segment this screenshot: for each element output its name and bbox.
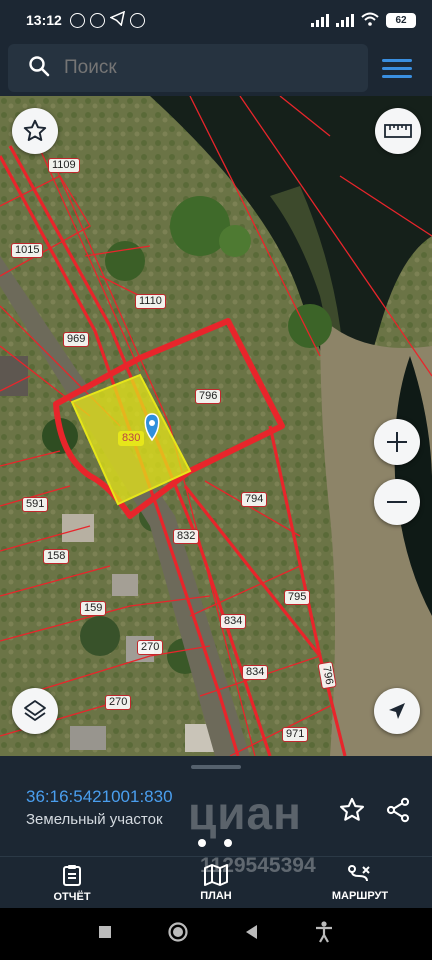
map-view[interactable]: 1109 1015 1110 969 796 830 794 591 832 1…: [0, 96, 432, 756]
star-icon: [23, 119, 47, 141]
alarm-icon: [69, 12, 85, 28]
plus-icon: [387, 432, 407, 452]
drag-handle[interactable]: [191, 765, 241, 769]
star-icon: [339, 797, 365, 821]
parcel-label[interactable]: 1015: [11, 243, 44, 258]
parcel-label[interactable]: 796: [195, 389, 222, 404]
cadastral-number[interactable]: 36:16:5421001:830: [26, 787, 173, 807]
layers-icon: [24, 700, 46, 721]
parcel-label[interactable]: 969: [63, 332, 90, 347]
parcel-label[interactable]: 270: [137, 640, 164, 655]
parcel-label[interactable]: 834: [220, 614, 247, 629]
wifi-icon: [361, 12, 379, 29]
nav-plan-label: ПЛАН: [200, 889, 232, 902]
share-button[interactable]: [382, 794, 414, 826]
land-type: Земельный участок: [26, 811, 163, 828]
whatsapp-icon: [89, 12, 105, 28]
parcel-label[interactable]: 1110: [135, 294, 166, 309]
route-icon: [348, 864, 370, 881]
search-input[interactable]: [64, 57, 314, 79]
parcel-label[interactable]: 1109: [48, 158, 80, 173]
share-icon: [386, 797, 410, 823]
parcel-info-panel[interactable]: 36:16:5421001:830 Земельный участок циан: [0, 756, 432, 856]
system-status: 62: [311, 12, 416, 29]
favorite-parcel-button[interactable]: [336, 794, 368, 826]
selected-parcel-label[interactable]: 830: [118, 431, 145, 446]
home-icon[interactable]: [167, 921, 189, 948]
status-bar: 13:12 62: [0, 0, 432, 40]
signal-2-icon: [336, 13, 354, 27]
cian-watermark: циан: [188, 787, 302, 839]
parcel-label[interactable]: 832: [173, 529, 200, 544]
signal-1-icon: [311, 13, 329, 27]
parcel-label[interactable]: 795: [284, 590, 311, 605]
at-sign-icon: [129, 12, 145, 28]
nav-report-label: ОТЧЁТ: [53, 890, 91, 903]
parcel-label[interactable]: 158: [43, 549, 70, 564]
zoom-in-button[interactable]: [374, 419, 420, 465]
cian-watermark-number: 1129545394: [200, 854, 316, 877]
nav-route-label: МАРШРУТ: [331, 889, 389, 902]
parcel-label[interactable]: 834: [242, 665, 269, 680]
telegram-icon: [108, 10, 125, 29]
status-time: 13:12: [26, 12, 62, 28]
notification-icons: [69, 10, 145, 29]
search-box[interactable]: [8, 44, 368, 92]
layers-button[interactable]: [12, 688, 58, 734]
parcel-label[interactable]: 794: [241, 492, 268, 507]
search-bar: [0, 40, 432, 96]
satellite-imagery: [0, 96, 432, 756]
parcel-label[interactable]: 159: [80, 601, 107, 616]
menu-icon[interactable]: [382, 58, 412, 78]
system-nav: [0, 908, 432, 960]
page-indicator: [198, 839, 232, 847]
zoom-out-button[interactable]: [374, 479, 420, 525]
battery-icon: 62: [386, 12, 416, 28]
favorite-button[interactable]: [12, 108, 58, 154]
accessibility-icon[interactable]: [313, 920, 335, 949]
minus-icon: [387, 501, 407, 503]
clipboard-icon: [63, 864, 81, 886]
nav-report[interactable]: ОТЧЁТ: [0, 857, 144, 908]
parcel-label[interactable]: 971: [282, 727, 309, 742]
recents-icon[interactable]: [97, 924, 113, 945]
parcel-label[interactable]: 591: [22, 497, 49, 512]
ruler-icon: [384, 124, 412, 138]
my-location-button[interactable]: [374, 688, 420, 734]
ruler-button[interactable]: [375, 108, 421, 154]
parcel-label[interactable]: 270: [105, 695, 132, 710]
navigation-arrow-icon: [389, 703, 405, 719]
back-icon[interactable]: [243, 923, 259, 946]
search-icon: [28, 55, 50, 82]
